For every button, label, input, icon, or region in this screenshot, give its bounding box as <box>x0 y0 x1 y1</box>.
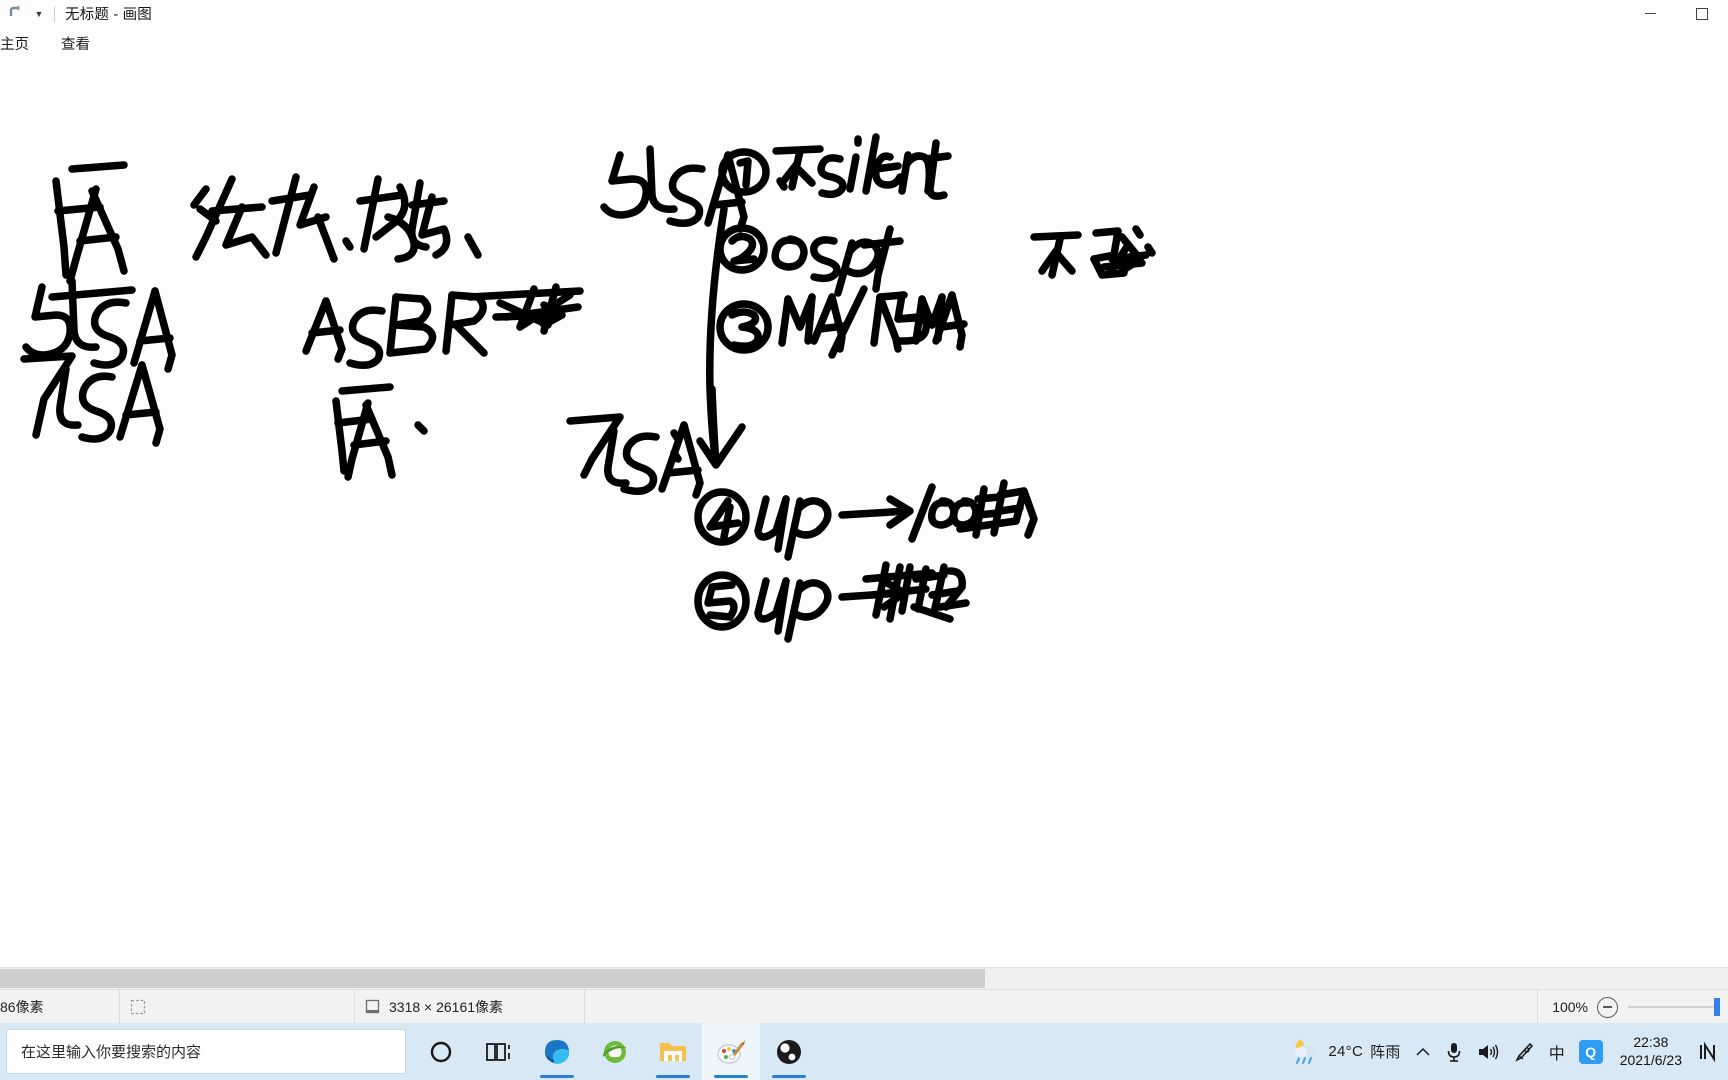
clock-date: 2021/6/23 <box>1619 1051 1682 1068</box>
minimize-icon <box>1644 13 1656 14</box>
task-view-button[interactable] <box>470 1023 528 1080</box>
microphone-button[interactable] <box>1438 1023 1470 1080</box>
taskbar-app-icons <box>412 1023 818 1080</box>
internet-explorer-icon <box>602 1040 627 1063</box>
scrollbar-thumb[interactable] <box>0 969 985 988</box>
file-explorer-icon <box>660 1042 686 1061</box>
chevron-up-icon <box>1416 1047 1430 1056</box>
system-tray: 24°C 阵雨 中 Q 22:38 2021/6/23 <box>1279 1023 1728 1080</box>
ribbon-tab-strip: 主页 查看 <box>0 27 1728 60</box>
internet-explorer-button[interactable] <box>586 1023 644 1080</box>
tab-view[interactable]: 查看 <box>51 30 100 57</box>
horizontal-scrollbar[interactable] <box>0 967 1728 990</box>
zoom-slider-track <box>1628 1006 1720 1008</box>
task-view-icon <box>486 1042 510 1061</box>
paint-button[interactable] <box>702 1023 760 1080</box>
file-explorer-button[interactable] <box>644 1023 702 1080</box>
handwriting-ink <box>20 133 1156 643</box>
notifications-button[interactable] <box>1692 1023 1726 1080</box>
taskbar-clock[interactable]: 22:38 2021/6/23 <box>1610 1023 1692 1080</box>
image-size-label: 3318 × 26161像素 <box>389 999 504 1015</box>
pen-icon <box>1514 1042 1533 1062</box>
microphone-icon <box>1447 1042 1460 1062</box>
volume-icon <box>1478 1044 1498 1059</box>
zoom-slider[interactable] <box>1628 990 1720 1024</box>
minimize-button[interactable] <box>1624 0 1676 27</box>
obs-icon <box>777 1039 801 1064</box>
status-bar: 86像素 3318 × 26161像素 100% <box>0 989 1728 1024</box>
taskbar-search-input[interactable]: 在这里输入你要搜索的内容 <box>6 1029 406 1074</box>
save-undo-icon[interactable] <box>2 3 28 25</box>
status-cursor-position: 86像素 <box>0 990 120 1024</box>
status-selection-size <box>120 990 355 1024</box>
selection-icon <box>130 999 146 1015</box>
zoom-level-label: 100% <box>1552 999 1588 1015</box>
zoom-out-button[interactable] <box>1597 996 1618 1018</box>
weather-description: 阵雨 <box>1370 1044 1401 1061</box>
image-size-icon <box>365 999 380 1014</box>
zoom-slider-knob[interactable] <box>1714 998 1720 1016</box>
window-title: 无标题 - 画图 <box>65 7 152 23</box>
chevron-down-icon[interactable]: ▼ <box>28 3 50 25</box>
ime-indicator[interactable]: 中 <box>1542 1023 1572 1080</box>
paint-window: ▼ 无标题 - 画图 主页 查看 86像素 3318 × 26161像素 100… <box>0 0 1728 1080</box>
minus-circle-icon <box>1603 1006 1612 1008</box>
qq-tray-button[interactable]: Q <box>1572 1023 1610 1080</box>
edge-button[interactable] <box>528 1023 586 1080</box>
window-controls <box>1624 0 1728 27</box>
edge-running-indicator <box>540 1075 574 1078</box>
maximize-icon <box>1696 7 1708 20</box>
cortana-button[interactable] <box>412 1023 470 1080</box>
paint-running-indicator <box>714 1075 748 1078</box>
weather-showers-icon <box>1295 1038 1317 1064</box>
file-explorer-running-indicator <box>656 1075 690 1078</box>
volume-button[interactable] <box>1470 1023 1506 1080</box>
windows-taskbar: 在这里输入你要搜索的内容 24°C 阵雨 中 Q 22:38 2021/6/23 <box>0 1023 1728 1080</box>
cursor-position-label: 86像素 <box>0 999 44 1015</box>
status-image-size: 3318 × 26161像素 <box>355 990 585 1024</box>
weather-widget[interactable]: 24°C 阵雨 <box>1279 1023 1407 1080</box>
edge-icon <box>545 1039 570 1064</box>
maximize-button[interactable] <box>1676 0 1728 27</box>
ime-mode-label: 中 <box>1548 1045 1565 1063</box>
status-filler <box>585 990 1539 1024</box>
pen-button[interactable] <box>1506 1023 1542 1080</box>
show-hidden-icons-button[interactable] <box>1408 1023 1438 1080</box>
notifications-icon <box>1700 1041 1715 1062</box>
obs-button[interactable] <box>760 1023 818 1080</box>
obs-running-indicator <box>772 1075 806 1078</box>
paint-icon <box>717 1039 745 1064</box>
paint-canvas[interactable] <box>0 59 1728 967</box>
title-bar: ▼ 无标题 - 画图 <box>0 0 1728 27</box>
title-separator <box>54 5 55 22</box>
zoom-controls: 100% <box>1538 990 1728 1024</box>
clock-time: 22:38 <box>1633 1033 1669 1050</box>
qq-icon: Q <box>1578 1039 1603 1064</box>
cortana-icon <box>430 1041 452 1062</box>
weather-temperature: 24°C <box>1328 1043 1364 1060</box>
tab-home[interactable]: 主页 <box>0 30 39 57</box>
